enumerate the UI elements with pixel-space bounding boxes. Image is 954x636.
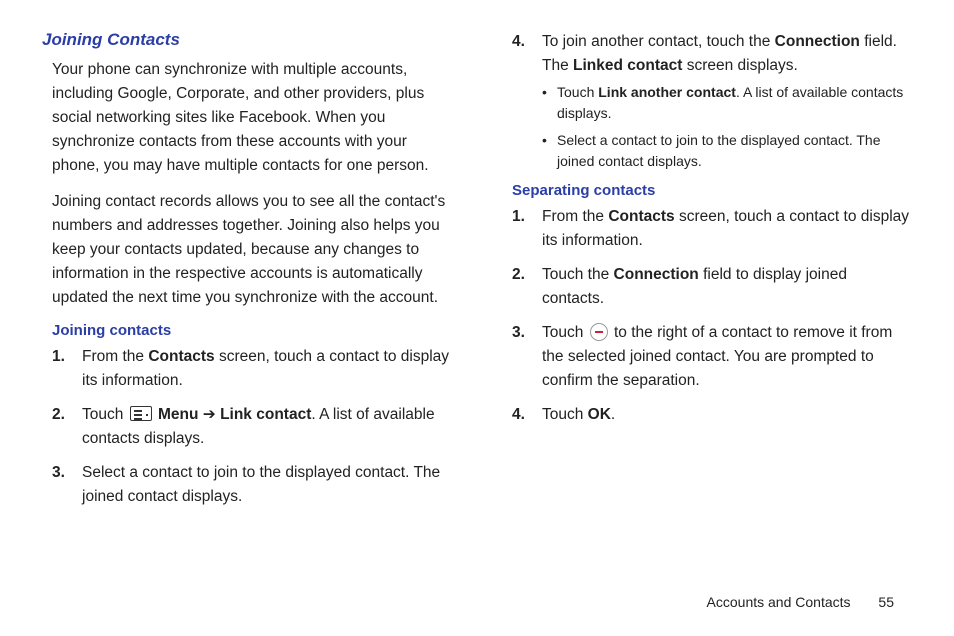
step-text: Touch the	[542, 266, 614, 283]
label-menu: Menu	[158, 406, 198, 423]
joining-steps-cont: 4. To join another contact, touch the Co…	[512, 30, 912, 172]
step-text: To join another contact, touch the	[542, 33, 775, 50]
step-number: 4.	[512, 30, 525, 54]
separating-steps: 1. From the Contacts screen, touch a con…	[512, 205, 912, 427]
step-number: 4.	[512, 403, 525, 427]
page-number: 55	[878, 594, 894, 610]
section-title: Joining Contacts	[42, 30, 452, 50]
step-4: 4. Touch OK.	[512, 403, 912, 427]
label-connection: Connection	[775, 33, 860, 50]
step-text: From the	[82, 348, 148, 365]
step-number: 3.	[512, 321, 525, 345]
label-connection: Connection	[614, 266, 699, 283]
step-text: From the	[542, 208, 608, 225]
left-column: Joining Contacts Your phone can synchron…	[42, 30, 452, 519]
step-text: Touch	[542, 406, 588, 423]
label-link-contact: Link contact	[220, 406, 311, 423]
step-text: Touch	[542, 324, 588, 341]
step-3: 3. Touch to the right of a contact to re…	[512, 321, 912, 393]
step-1: 1. From the Contacts screen, touch a con…	[512, 205, 912, 253]
label-linked-contact: Linked contact	[573, 57, 682, 74]
intro-paragraph-1: Your phone can synchronize with multiple…	[52, 58, 452, 178]
step-4: 4. To join another contact, touch the Co…	[512, 30, 912, 172]
bullet-text: Touch	[557, 84, 598, 100]
label-ok: OK	[588, 406, 611, 423]
remove-icon	[590, 323, 608, 341]
step-number: 1.	[512, 205, 525, 229]
label-contacts: Contacts	[608, 208, 674, 225]
step-text: Touch	[82, 406, 128, 423]
label-link-another: Link another contact	[598, 84, 736, 100]
bullet-1: Touch Link another contact. A list of av…	[542, 82, 912, 124]
arrow: ➔	[198, 406, 220, 423]
sub-bullets: Touch Link another contact. A list of av…	[542, 82, 912, 172]
label-contacts: Contacts	[148, 348, 214, 365]
step-number: 2.	[512, 263, 525, 287]
step-number: 3.	[52, 461, 65, 485]
step-text: screen displays.	[682, 57, 797, 74]
sub-heading-joining: Joining contacts	[52, 322, 452, 339]
step-1: 1. From the Contacts screen, touch a con…	[52, 345, 452, 393]
bullet-2: Select a contact to join to the displaye…	[542, 130, 912, 172]
step-2: 2. Touch Menu ➔ Link contact. A list of …	[52, 403, 452, 451]
bullet-text: Select a contact to join to the displaye…	[557, 132, 881, 169]
step-3: 3. Select a contact to join to the displ…	[52, 461, 452, 509]
sub-heading-separating: Separating contacts	[512, 182, 912, 199]
right-column: 4. To join another contact, touch the Co…	[502, 30, 912, 519]
step-text: .	[611, 406, 615, 423]
menu-icon	[130, 406, 152, 421]
step-number: 1.	[52, 345, 65, 369]
footer-section: Accounts and Contacts	[707, 594, 851, 610]
joining-steps: 1. From the Contacts screen, touch a con…	[52, 345, 452, 509]
step-number: 2.	[52, 403, 65, 427]
step-text: Select a contact to join to the displaye…	[82, 464, 440, 505]
step-2: 2. Touch the Connection field to display…	[512, 263, 912, 311]
intro-paragraph-2: Joining contact records allows you to se…	[52, 190, 452, 310]
page-footer: Accounts and Contacts 55	[707, 594, 894, 610]
